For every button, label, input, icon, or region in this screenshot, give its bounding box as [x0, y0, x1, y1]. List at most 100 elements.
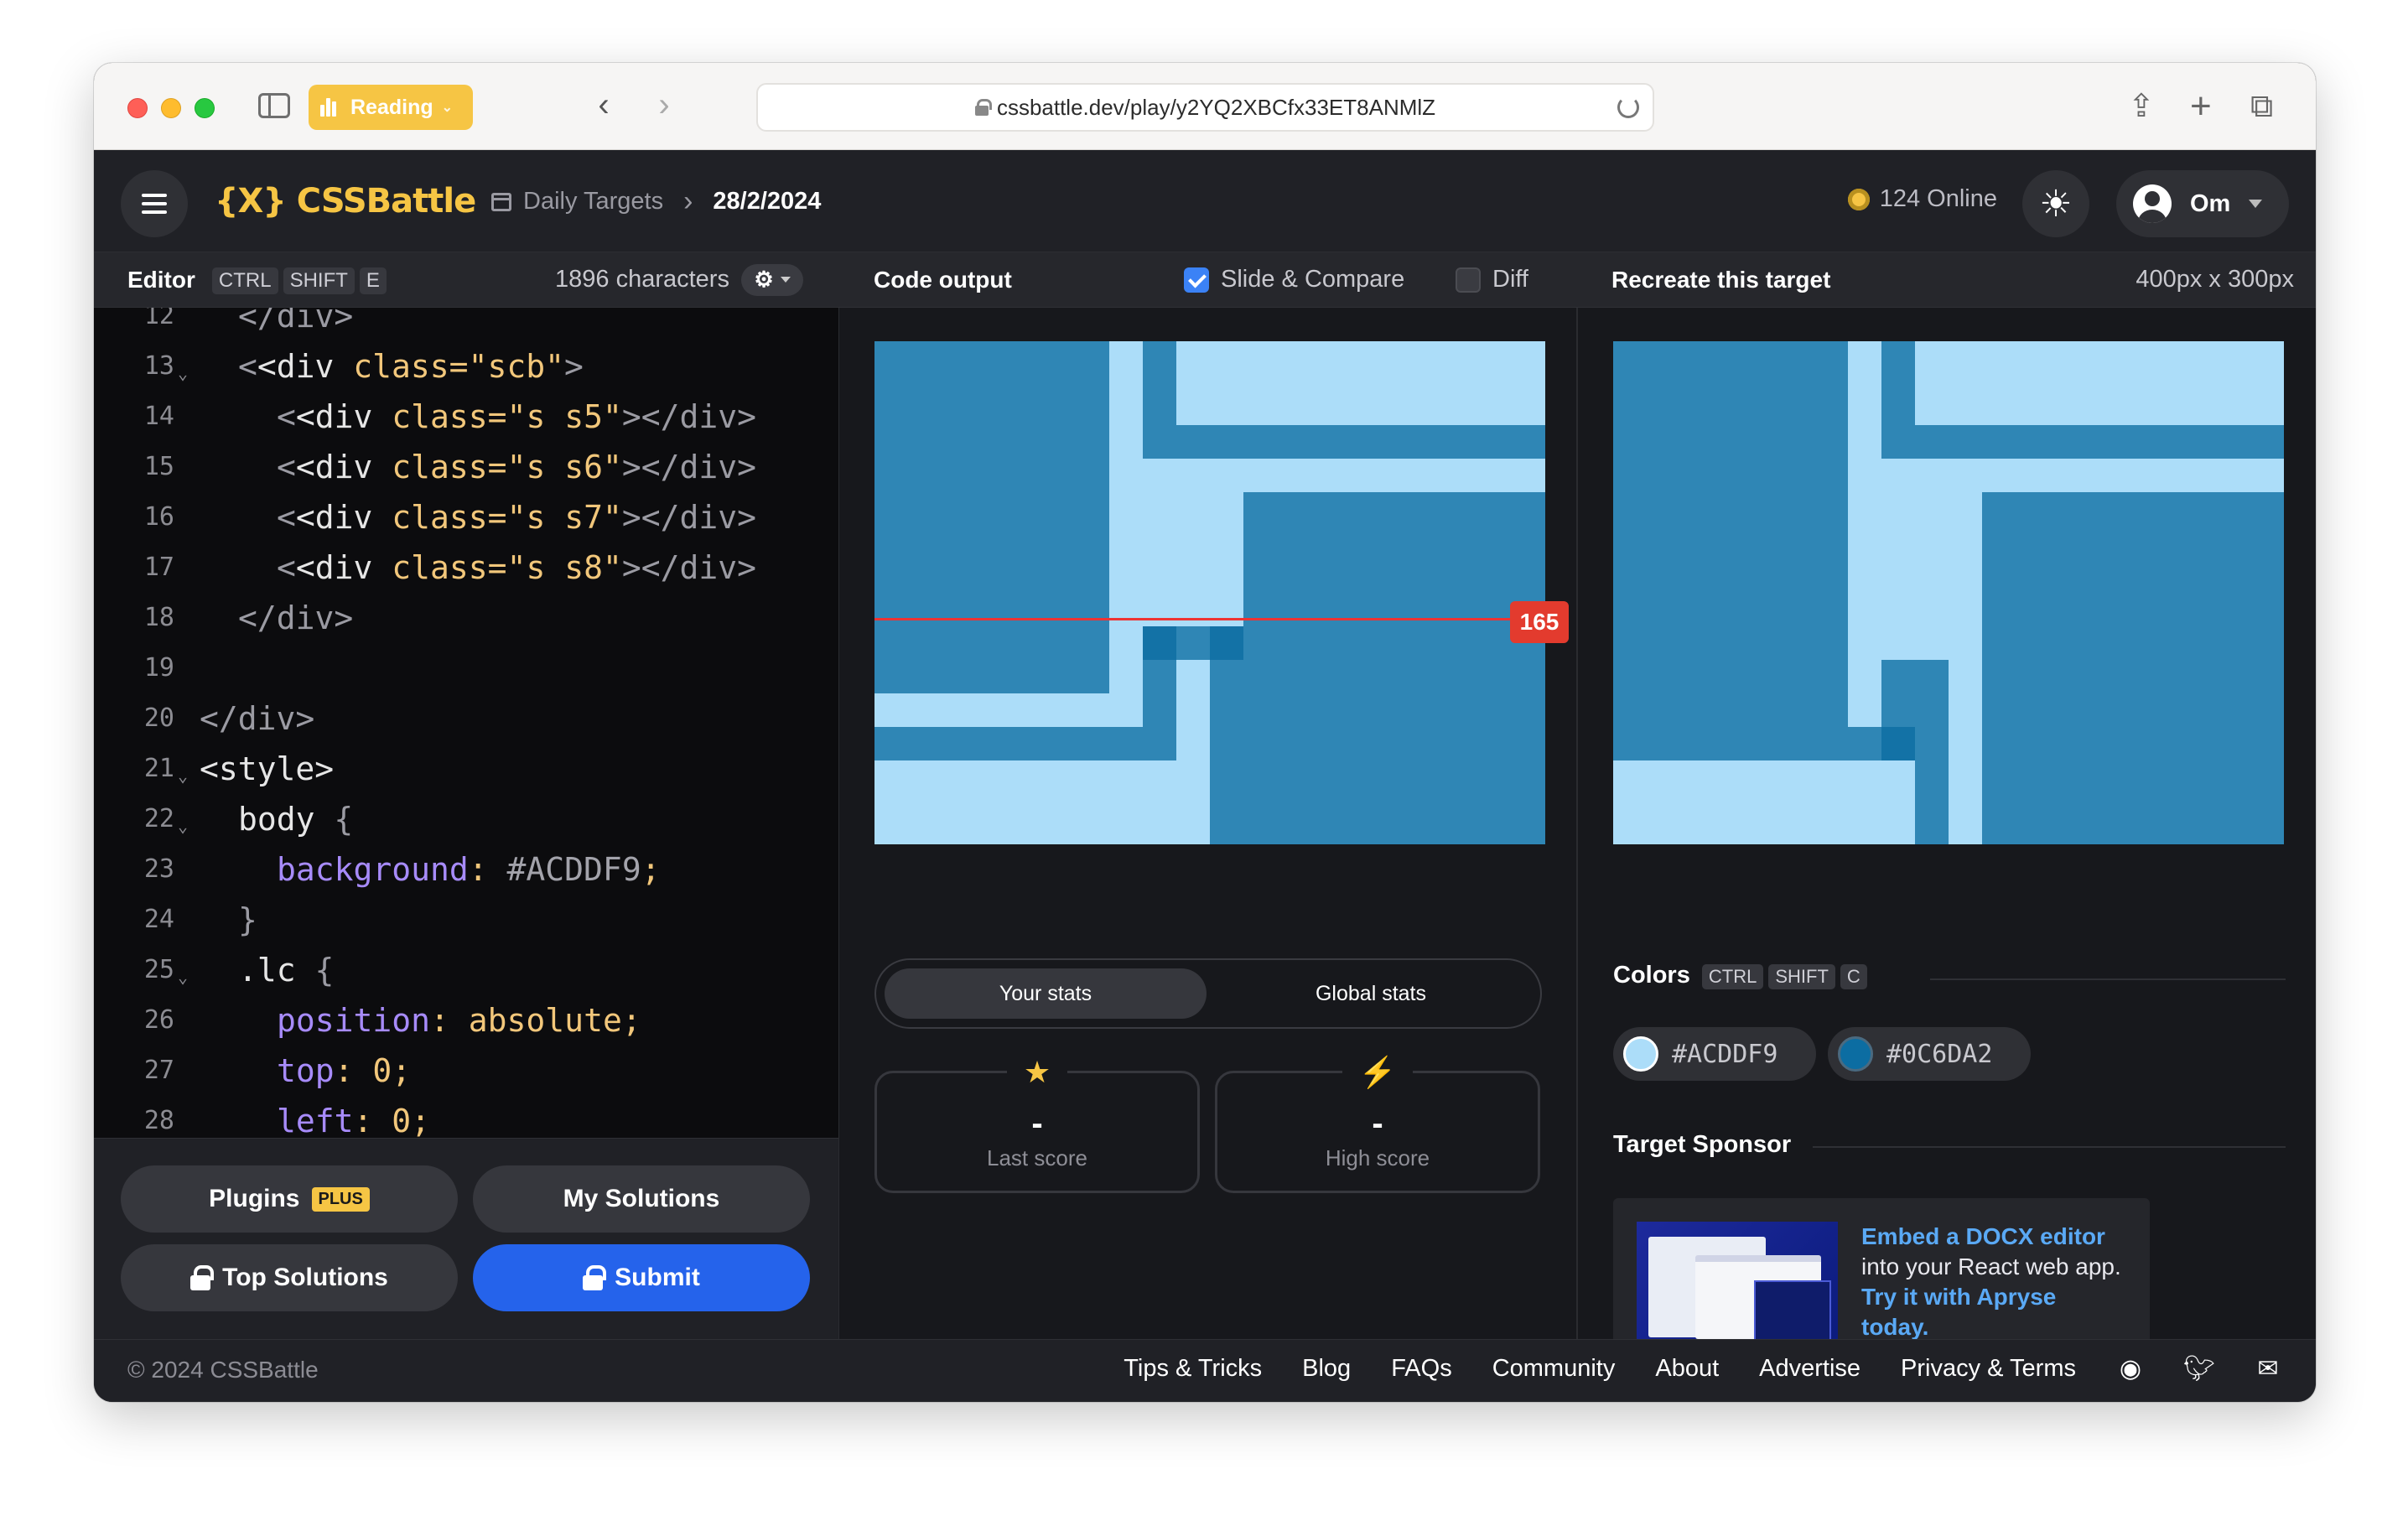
theme-toggle-button[interactable]: ☀: [2022, 170, 2089, 237]
output-header: Code output Slide & Compare Diff: [838, 252, 1576, 308]
code-line[interactable]: 13 ⌄ <<div class="scb">: [94, 348, 838, 398]
page-footer: © 2024 CSSBattle Tips & Tricks Blog FAQs…: [94, 1339, 2316, 1402]
twitter-icon[interactable]: 🐦︎: [2183, 1355, 2215, 1383]
new-tab-icon[interactable]: +: [2190, 88, 2212, 125]
menu-button[interactable]: [121, 170, 188, 237]
editor-settings-button[interactable]: ⚙: [741, 263, 803, 296]
line-number: 24: [143, 905, 174, 934]
diff-toggle[interactable]: Diff: [1456, 266, 1528, 293]
footer-link-blog[interactable]: Blog: [1302, 1355, 1351, 1383]
sponsor-title: Target Sponsor: [1613, 1131, 1792, 1158]
my-solutions-button[interactable]: My Solutions: [473, 1165, 810, 1233]
breadcrumb: Daily Targets › 28/2/2024: [491, 185, 821, 218]
user-menu-button[interactable]: Om: [2116, 170, 2289, 237]
code-line[interactable]: 20 </div>: [94, 700, 838, 750]
reading-list-button[interactable]: Reading ⌄: [309, 85, 473, 130]
reload-icon[interactable]: [1617, 96, 1639, 118]
line-number: 28: [143, 1106, 174, 1135]
ad-cta[interactable]: Try it with Apryse today.: [1861, 1284, 2056, 1340]
tab-overview-icon[interactable]: ⧉: [2250, 91, 2273, 122]
line-number: 25: [143, 955, 174, 984]
plugins-label: Plugins: [209, 1185, 300, 1212]
footer-link-faqs[interactable]: FAQs: [1391, 1355, 1452, 1383]
slide-compare-line[interactable]: [874, 618, 1545, 620]
stats-tabs: Your stats Global stats: [874, 958, 1542, 1029]
color-hex: #ACDDF9: [1672, 1039, 1778, 1069]
code-line[interactable]: 27 top: 0;: [94, 1052, 838, 1103]
code-text: "scb": [468, 348, 564, 385]
sponsor-ad-text[interactable]: Embed a DOCX editor into your React web …: [1861, 1222, 2130, 1342]
code-line[interactable]: 26 position: absolute;: [94, 1002, 838, 1052]
sidebar-toggle-icon[interactable]: [258, 93, 290, 118]
code-text: "s s8": [506, 549, 622, 586]
code-line[interactable]: 21 ⌄ <style>: [94, 750, 838, 801]
code-line[interactable]: 25 ⌄ .lc {: [94, 952, 838, 1002]
line-number: 20: [143, 703, 174, 733]
footer-link-privacy[interactable]: Privacy & Terms: [1901, 1355, 2076, 1383]
cssbattle-logo[interactable]: {X} CSSBattle: [215, 182, 476, 221]
color-swatch-dark[interactable]: #0C6DA2: [1828, 1027, 2031, 1081]
kbd-c: C: [1840, 964, 1867, 989]
output-preview[interactable]: [874, 341, 1545, 844]
code-text: class=: [392, 398, 507, 435]
high-score-label: High score: [1325, 1145, 1430, 1170]
checkbox-checked-icon[interactable]: [1184, 267, 1209, 293]
checkbox-unchecked-icon[interactable]: [1456, 267, 1481, 293]
color-swatch-light[interactable]: #ACDDF9: [1613, 1027, 1816, 1081]
ad-headline[interactable]: Embed a DOCX editor: [1861, 1223, 2105, 1249]
code-editor[interactable]: 12 </div> 13 ⌄ <<div class="scb"> 14 <<div c…: [94, 308, 838, 1138]
share-icon[interactable]: ⇪: [2128, 91, 2155, 122]
fold-chevron-icon[interactable]: ⌄: [178, 363, 188, 383]
submit-button[interactable]: Submit: [473, 1244, 810, 1311]
code-text: class=: [392, 499, 507, 536]
target-size: 400px x 300px: [2136, 266, 2294, 293]
line-number: 19: [143, 653, 174, 683]
high-score-card: ⚡ - High score: [1215, 1055, 1540, 1193]
slide-compare-label: Slide & Compare: [1221, 266, 1405, 293]
code-text: </div>: [200, 700, 315, 737]
mail-icon[interactable]: ✉: [2254, 1355, 2282, 1383]
footer-link-tips[interactable]: Tips & Tricks: [1124, 1355, 1262, 1383]
slide-compare-toggle[interactable]: Slide & Compare: [1184, 266, 1404, 293]
footer-link-about[interactable]: About: [1655, 1355, 1719, 1383]
code-line[interactable]: 16 <<div class="s s7"></div>: [94, 499, 838, 549]
code-line[interactable]: 14 <<div class="s s5"></div>: [94, 398, 838, 449]
footer-link-community[interactable]: Community: [1492, 1355, 1616, 1383]
footer-link-advertise[interactable]: Advertise: [1759, 1355, 1860, 1383]
minimize-window-button[interactable]: [161, 98, 181, 118]
code-text: left: [277, 1103, 354, 1138]
discord-icon[interactable]: ◉: [2116, 1355, 2145, 1383]
tab-your-stats[interactable]: Your stats: [885, 968, 1207, 1019]
code-text: <style>: [200, 750, 335, 787]
top-solutions-button[interactable]: Top Solutions: [121, 1244, 458, 1311]
breadcrumb-daily-targets[interactable]: Daily Targets: [523, 188, 663, 215]
code-line[interactable]: 28 left: 0;: [94, 1103, 838, 1138]
code-line[interactable]: 18 </div>: [94, 600, 838, 650]
code-line[interactable]: 24}: [94, 901, 838, 952]
back-button[interactable]: ‹: [587, 86, 620, 127]
code-line[interactable]: 19: [94, 650, 838, 700]
zoom-window-button[interactable]: [195, 98, 215, 118]
code-text: {: [334, 801, 354, 838]
tab-global-stats[interactable]: Global stats: [1210, 968, 1532, 1019]
close-window-button[interactable]: [127, 98, 148, 118]
plugins-button[interactable]: Plugins PLUS: [121, 1165, 458, 1233]
line-number: 14: [143, 402, 174, 431]
kbd-shift: SHIFT: [1768, 964, 1835, 989]
code-line[interactable]: 15 <<div class="s s6"></div>: [94, 449, 838, 499]
fold-chevron-icon[interactable]: ⌄: [178, 766, 188, 786]
fold-chevron-icon[interactable]: ⌄: [178, 816, 188, 836]
slider-position-badge[interactable]: 165: [1510, 601, 1569, 643]
code-text: ;: [621, 1002, 641, 1039]
code-line[interactable]: 12 </div>: [94, 308, 838, 348]
online-counter: 124 Online: [1847, 185, 1997, 213]
address-bar[interactable]: cssbattle.dev/play/y2YQ2XBCfx33ET8ANMlZ: [756, 83, 1654, 132]
code-line[interactable]: 23 background: #ACDDF9;: [94, 851, 838, 901]
forward-button[interactable]: ›: [647, 86, 681, 127]
code-text: .lc: [238, 952, 315, 989]
diff-label: Diff: [1492, 266, 1528, 293]
code-line[interactable]: 22 ⌄ body {: [94, 801, 838, 851]
line-number: 16: [143, 502, 174, 532]
fold-chevron-icon[interactable]: ⌄: [178, 967, 188, 987]
code-line[interactable]: 17 <<div class="s s8"></div>: [94, 549, 838, 600]
